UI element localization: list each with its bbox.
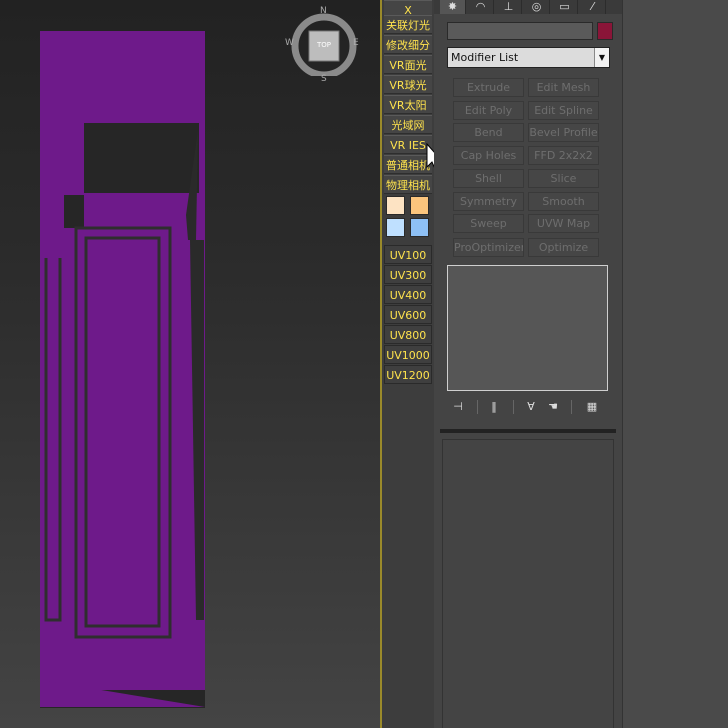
edit-spline-button[interactable]: Edit Spline bbox=[528, 101, 599, 120]
compass-north: N bbox=[320, 6, 327, 16]
compass-west: W bbox=[285, 38, 294, 48]
ffd-button[interactable]: FFD 2x2x2 bbox=[528, 146, 599, 165]
material-swatch-1[interactable] bbox=[386, 196, 405, 215]
create-tab-icon[interactable]: ✸ bbox=[440, 0, 466, 14]
uv600-button[interactable]: UV600 bbox=[384, 305, 432, 324]
viewcube-label: TOP bbox=[317, 41, 332, 49]
compass-south: S bbox=[321, 74, 327, 84]
utilities-tab-icon[interactable]: ⁄ bbox=[580, 0, 606, 14]
rollout-separator bbox=[440, 429, 616, 433]
vr-sphere-light-button[interactable]: VR球光 bbox=[384, 75, 432, 94]
uv800-button[interactable]: UV800 bbox=[384, 325, 432, 344]
uv100-button[interactable]: UV100 bbox=[384, 245, 432, 264]
custom-toolbar: X 关联灯光 修改细分 VR面光 VR球光 VR太阳 光域网 VR IES 普通… bbox=[382, 0, 434, 728]
pin-stack-icon[interactable]: ⊣ bbox=[449, 398, 467, 416]
material-swatch-2[interactable] bbox=[410, 196, 429, 215]
link-light-button[interactable]: 关联灯光 bbox=[384, 15, 432, 34]
smooth-button[interactable]: Smooth bbox=[528, 192, 599, 211]
slice-button[interactable]: Slice bbox=[528, 169, 599, 188]
rollout-panel bbox=[442, 439, 614, 728]
bend-button[interactable]: Bend bbox=[453, 123, 524, 142]
standard-camera-button[interactable]: 普通相机 bbox=[384, 155, 432, 174]
material-swatch-4[interactable] bbox=[410, 218, 429, 237]
motion-tab-icon[interactable]: ◎ bbox=[524, 0, 550, 14]
prooptimizer-button[interactable]: ProOptimizer bbox=[453, 238, 524, 257]
stack-toolbar: ⊣ ‖ ∀ ☚ ▦ bbox=[447, 398, 610, 416]
sweep-button[interactable]: Sweep bbox=[453, 214, 524, 233]
object-color-swatch[interactable] bbox=[597, 22, 613, 40]
material-swatch-3[interactable] bbox=[386, 218, 405, 237]
optimize-button[interactable]: Optimize bbox=[528, 238, 599, 257]
chevron-down-icon[interactable]: ▼ bbox=[594, 48, 609, 67]
bevel-profile-button[interactable]: Bevel Profile bbox=[528, 123, 599, 142]
compass-east: E bbox=[353, 38, 359, 48]
vr-ies-button[interactable]: VR IES bbox=[384, 135, 432, 154]
uv300-button[interactable]: UV300 bbox=[384, 265, 432, 284]
secondary-panel bbox=[622, 0, 728, 728]
show-end-result-icon[interactable]: ‖ bbox=[485, 398, 503, 416]
symmetry-button[interactable]: Symmetry bbox=[453, 192, 524, 211]
photometric-web-button[interactable]: 光域网 bbox=[384, 115, 432, 134]
edit-mesh-button[interactable]: Edit Mesh bbox=[528, 78, 599, 97]
make-unique-icon[interactable]: ∀ bbox=[522, 398, 540, 416]
vr-sun-button[interactable]: VR太阳 bbox=[384, 95, 432, 114]
command-panel: ✸ ◠ ⊥ ◎ ▭ ⁄ Modifier List ▼ Extrude Edit… bbox=[434, 0, 728, 728]
shell-button[interactable]: Shell bbox=[453, 169, 524, 188]
configure-modifier-sets-icon[interactable]: ▦ bbox=[583, 398, 601, 416]
vr-plane-light-button[interactable]: VR面光 bbox=[384, 55, 432, 74]
modifier-list-label: Modifier List bbox=[451, 51, 519, 64]
remove-modifier-icon[interactable]: ☚ bbox=[544, 398, 562, 416]
uv1000-button[interactable]: UV1000 bbox=[384, 345, 432, 364]
edit-poly-button[interactable]: Edit Poly bbox=[453, 101, 524, 120]
viewcube[interactable]: TOP N W E S bbox=[285, 6, 359, 84]
object-name-field[interactable] bbox=[447, 22, 593, 40]
uv400-button[interactable]: UV400 bbox=[384, 285, 432, 304]
uv1200-button[interactable]: UV1200 bbox=[384, 365, 432, 384]
viewport-top[interactable]: TOP N W E S bbox=[0, 0, 380, 728]
cap-holes-button[interactable]: Cap Holes bbox=[453, 146, 524, 165]
uvw-map-button[interactable]: UVW Map bbox=[528, 214, 599, 233]
modifier-stack[interactable] bbox=[447, 265, 608, 391]
modifier-list-dropdown[interactable]: Modifier List ▼ bbox=[447, 47, 610, 68]
modify-tab-icon[interactable]: ◠ bbox=[468, 0, 494, 14]
extrude-button[interactable]: Extrude bbox=[453, 78, 524, 97]
purple-geometry bbox=[40, 31, 205, 708]
physical-camera-button[interactable]: 物理相机 bbox=[384, 175, 432, 194]
display-tab-icon[interactable]: ▭ bbox=[552, 0, 578, 14]
hierarchy-tab-icon[interactable]: ⊥ bbox=[496, 0, 522, 14]
subdivision-button[interactable]: 修改细分 bbox=[384, 35, 432, 54]
